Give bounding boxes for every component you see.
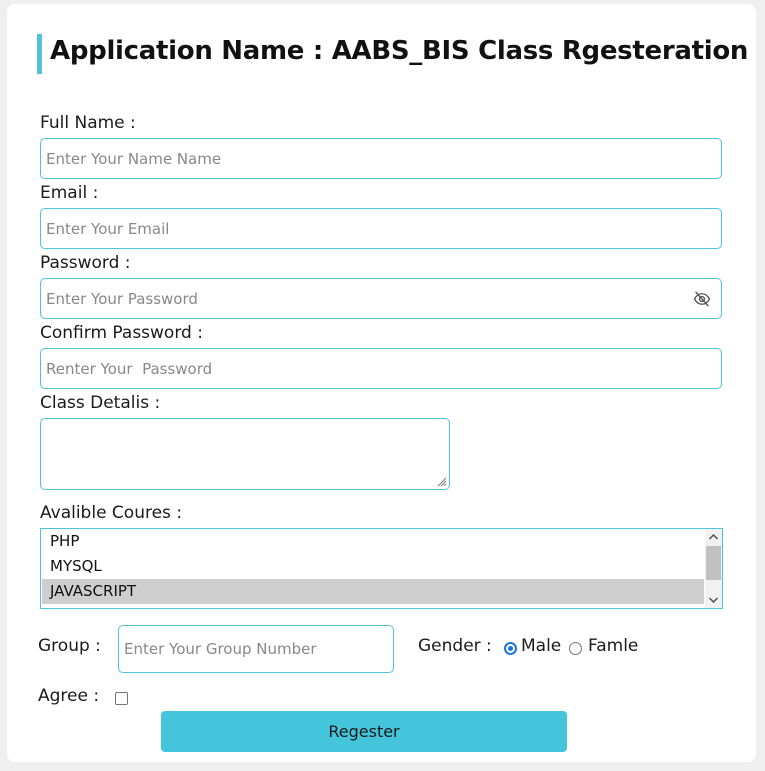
class-details-textarea[interactable]: [40, 418, 450, 490]
email-input[interactable]: [41, 209, 666, 248]
group-field[interactable]: [118, 625, 394, 673]
courses-label: Avalible Coures :: [40, 503, 183, 523]
password-input[interactable]: [41, 279, 666, 318]
password-label: Password :: [40, 253, 131, 273]
email-field[interactable]: [40, 208, 722, 249]
scroll-thumb[interactable]: [706, 546, 721, 580]
password-field[interactable]: [40, 278, 722, 319]
full-name-input[interactable]: [41, 139, 666, 178]
courses-listbox[interactable]: PHP MYSQL JAVASCRIPT: [40, 528, 723, 609]
class-details-label: Class Detalis :: [40, 393, 161, 413]
page-title: Application Name : AABS_BIS Class Rgeste…: [50, 36, 749, 66]
registration-card: Application Name : AABS_BIS Class Rgeste…: [7, 4, 756, 762]
course-option-mysql[interactable]: MYSQL: [42, 554, 704, 579]
full-name-field[interactable]: [40, 138, 722, 179]
resize-grip-icon[interactable]: [437, 477, 447, 487]
full-name-label: Full Name :: [40, 113, 136, 133]
agree-label: Agree :: [38, 686, 100, 706]
email-label: Email :: [40, 183, 99, 203]
group-input[interactable]: [119, 626, 384, 672]
course-option-php[interactable]: PHP: [42, 529, 704, 554]
gender-female-label[interactable]: Famle: [588, 636, 638, 656]
agree-checkbox[interactable]: [115, 692, 128, 705]
confirm-password-input[interactable]: [41, 349, 666, 388]
eye-slash-icon[interactable]: [693, 290, 711, 308]
gender-male-radio[interactable]: [504, 642, 517, 655]
title-accent-bar: [37, 34, 42, 74]
group-label: Group :: [38, 636, 101, 656]
listbox-scrollbar[interactable]: [705, 529, 722, 608]
gender-female-radio[interactable]: [569, 642, 582, 655]
register-button[interactable]: Regester: [161, 711, 567, 752]
scroll-up-icon[interactable]: [708, 533, 719, 541]
scroll-down-icon[interactable]: [708, 596, 719, 604]
confirm-password-field[interactable]: [40, 348, 722, 389]
gender-label: Gender :: [418, 636, 492, 656]
confirm-password-label: Confirm Password :: [40, 323, 203, 343]
gender-male-label[interactable]: Male: [521, 636, 561, 656]
course-option-javascript[interactable]: JAVASCRIPT: [42, 579, 704, 604]
